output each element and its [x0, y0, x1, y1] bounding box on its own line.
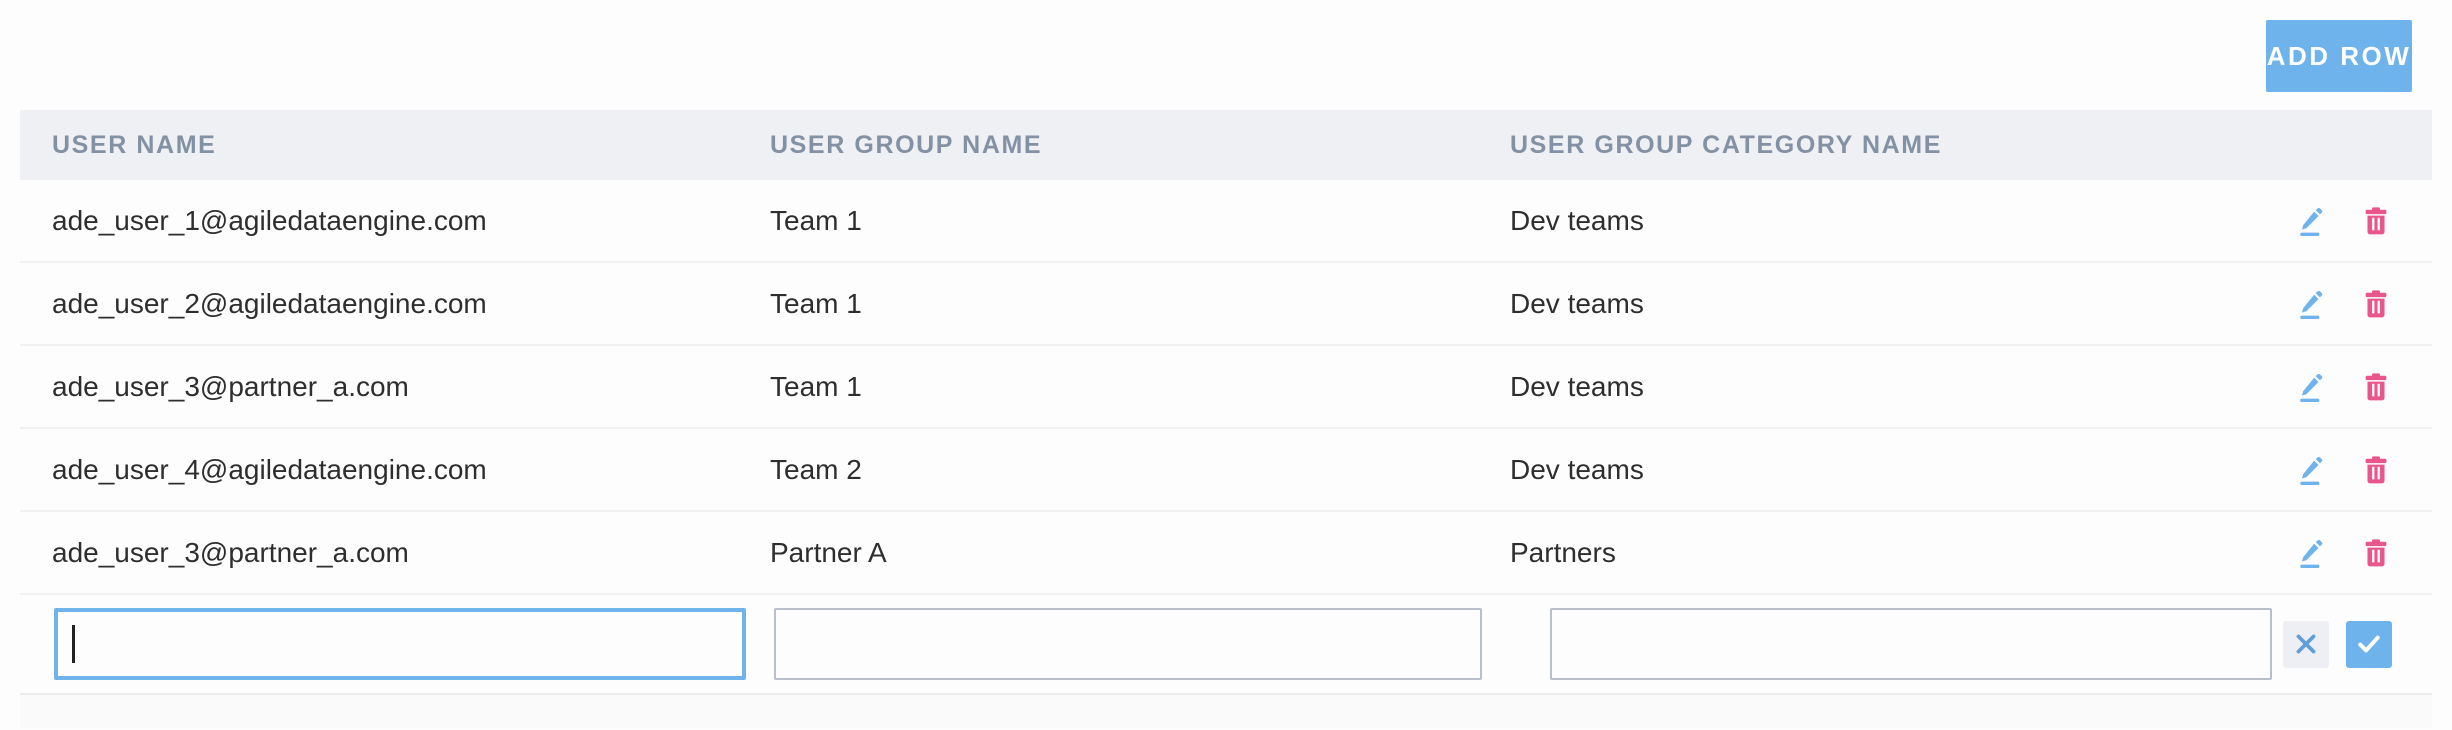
add-row-button[interactable]: ADD ROW — [2266, 20, 2412, 92]
delete-row-button[interactable] — [2360, 371, 2392, 403]
user-name-cell: ade_user_1@agiledataengine.com — [20, 205, 770, 237]
edit-row-actions — [2272, 621, 2432, 668]
row-actions — [2272, 453, 2432, 487]
user-group-category-name-cell: Dev teams — [1510, 454, 2272, 486]
user-groups-table: USER NAME USER GROUP NAME USER GROUP CAT… — [20, 110, 2432, 728]
confirm-button[interactable] — [2346, 621, 2392, 668]
table-header-row: USER NAME USER GROUP NAME USER GROUP CAT… — [20, 110, 2432, 180]
user-group-category-name-input[interactable] — [1550, 608, 2272, 680]
table-row: ade_user_1@agiledataengine.com Team 1 De… — [20, 180, 2432, 263]
trash-icon — [2360, 454, 2392, 486]
cancel-button[interactable] — [2283, 621, 2329, 668]
user-group-name-input-cell — [770, 608, 1510, 680]
user-name-cell: ade_user_2@agiledataengine.com — [20, 288, 770, 320]
pencil-icon — [2296, 287, 2330, 321]
x-icon — [2293, 631, 2319, 657]
column-header-user-group-name: USER GROUP NAME — [770, 131, 1510, 160]
row-actions — [2272, 204, 2432, 238]
user-group-name-cell: Team 1 — [770, 371, 1510, 403]
edit-row-button[interactable] — [2296, 536, 2330, 570]
trash-icon — [2360, 205, 2392, 237]
user-group-category-name-cell: Partners — [1510, 537, 2272, 569]
edit-row-button[interactable] — [2296, 453, 2330, 487]
row-actions — [2272, 287, 2432, 321]
user-group-category-name-cell: Dev teams — [1510, 371, 2272, 403]
table-row: ade_user_3@partner_a.com Team 1 Dev team… — [20, 346, 2432, 429]
table-row: ade_user_3@partner_a.com Partner A Partn… — [20, 512, 2432, 595]
user-name-cell: ade_user_3@partner_a.com — [20, 371, 770, 403]
delete-row-button[interactable] — [2360, 454, 2392, 486]
pencil-icon — [2296, 536, 2330, 570]
user-name-input[interactable] — [54, 608, 746, 680]
user-group-name-cell: Team 2 — [770, 454, 1510, 486]
new-row-editor — [20, 595, 2432, 695]
user-group-category-name-cell: Dev teams — [1510, 205, 2272, 237]
table-row: ade_user_4@agiledataengine.com Team 2 De… — [20, 429, 2432, 512]
edit-row-button[interactable] — [2296, 287, 2330, 321]
delete-row-button[interactable] — [2360, 288, 2392, 320]
trash-icon — [2360, 371, 2392, 403]
user-name-cell: ade_user_3@partner_a.com — [20, 537, 770, 569]
delete-row-button[interactable] — [2360, 537, 2392, 569]
user-group-category-name-input-cell — [1510, 608, 2272, 680]
toolbar: ADD ROW — [0, 0, 2452, 110]
row-actions — [2272, 536, 2432, 570]
pencil-icon — [2296, 453, 2330, 487]
pencil-icon — [2296, 370, 2330, 404]
trash-icon — [2360, 537, 2392, 569]
table-footer — [20, 695, 2432, 728]
table-row: ade_user_2@agiledataengine.com Team 1 De… — [20, 263, 2432, 346]
user-group-name-cell: Team 1 — [770, 288, 1510, 320]
trash-icon — [2360, 288, 2392, 320]
user-group-name-cell: Team 1 — [770, 205, 1510, 237]
row-actions — [2272, 370, 2432, 404]
user-group-category-name-cell: Dev teams — [1510, 288, 2272, 320]
delete-row-button[interactable] — [2360, 205, 2392, 237]
user-group-name-input[interactable] — [774, 608, 1482, 680]
column-header-user-name: USER NAME — [20, 131, 770, 160]
edit-row-button[interactable] — [2296, 370, 2330, 404]
edit-row-button[interactable] — [2296, 204, 2330, 238]
check-icon — [2355, 630, 2383, 658]
column-header-user-group-category-name: USER GROUP CATEGORY NAME — [1510, 131, 2272, 160]
user-name-cell: ade_user_4@agiledataengine.com — [20, 454, 770, 486]
user-group-name-cell: Partner A — [770, 537, 1510, 569]
pencil-icon — [2296, 204, 2330, 238]
user-name-input-cell — [20, 608, 770, 680]
